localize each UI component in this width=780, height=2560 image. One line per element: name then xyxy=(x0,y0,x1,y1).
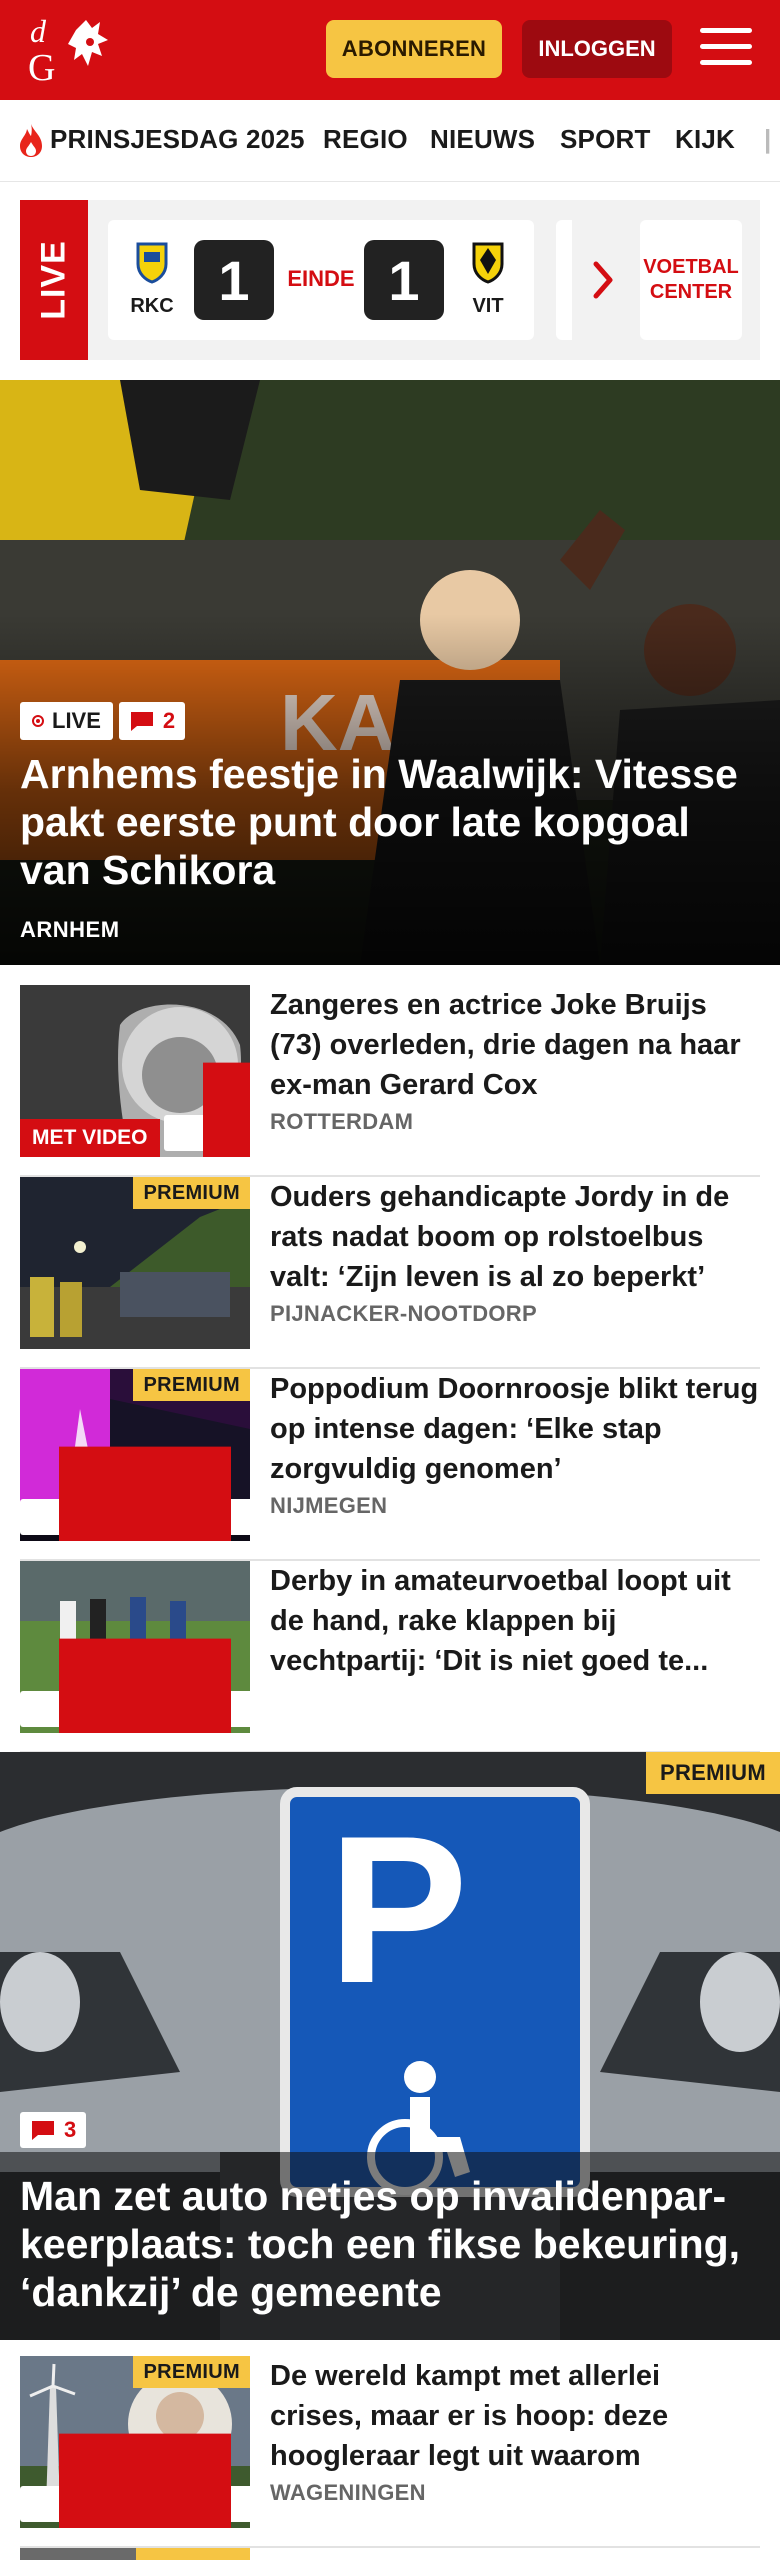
article-title[interactable]: Zangeres en actrice Joke Bruijs (73) ove… xyxy=(270,985,760,1105)
away-club: VIT xyxy=(458,240,518,318)
feature-article[interactable]: P PREMIUM 3 Man zet auto netjes op inval… xyxy=(0,1752,780,2340)
hero-badges: LIVE 2 xyxy=(20,702,186,740)
list-item[interactable]: PREMIUM 2 Poppodium Doornroosje blikt te… xyxy=(20,1369,760,1561)
section-nav: PRINSJESDAG 2025 REGIO NIEUWS SPORT KIJK… xyxy=(0,100,780,182)
comment-icon xyxy=(59,1446,231,1541)
nav-item-kijk[interactable]: KIJK xyxy=(675,124,735,155)
next-premium-badge-partial xyxy=(136,2548,250,2560)
comments-badge[interactable]: 2 xyxy=(164,1062,250,1157)
article-location: PIJNACKER-NOOTDORP xyxy=(270,1301,537,1326)
article-thumbnail: MET VIDEO 2 xyxy=(20,985,250,1157)
article-title[interactable]: Poppodium Doornroosje blikt terug op int… xyxy=(270,1369,760,1489)
chevron-right-icon[interactable] xyxy=(592,260,614,300)
list-item[interactable]: MET VIDEO 2 Zangeres en actrice Joke Bru… xyxy=(20,985,760,1177)
away-club-name: VIT xyxy=(472,295,504,317)
comment-icon xyxy=(59,1638,231,1733)
live-badge: LIVE xyxy=(20,702,113,740)
voetbal-center-link[interactable]: VOETBAL CENTER xyxy=(640,220,742,340)
hero-location: ARNHEM xyxy=(20,917,120,942)
article-location: ROTTERDAM xyxy=(270,1109,414,1134)
subscribe-button[interactable]: ABONNEREN xyxy=(326,20,502,78)
article-thumbnail: PREMIUM xyxy=(20,2356,250,2528)
flame-icon xyxy=(20,124,42,157)
hero-title[interactable]: Arnhems feestje in Waalwijk: Vitesse pak… xyxy=(20,750,760,894)
nav-item-overflow: | xyxy=(764,124,772,154)
video-badge: MET VIDEO xyxy=(20,1119,160,1157)
away-score: 1 xyxy=(364,240,444,320)
comment-icon xyxy=(32,2121,54,2140)
home-club: RKC xyxy=(122,240,182,318)
article-title[interactable]: Ouders gehandicapte Jordy in de rats nad… xyxy=(270,1177,760,1297)
site-header: d G ABONNEREN INLOGGEN xyxy=(0,0,780,100)
comment-icon xyxy=(130,712,153,731)
match-card[interactable]: RKC 1 EINDE 1 VIT xyxy=(108,220,534,340)
vitesse-crest-icon xyxy=(472,242,504,284)
article-thumbnail: PREMIUM xyxy=(20,1177,250,1349)
comments-badge[interactable] xyxy=(20,2433,250,2528)
next-match-card-stub[interactable] xyxy=(556,220,572,340)
comment-icon xyxy=(59,2433,231,2528)
nav-item-regio[interactable]: REGIO xyxy=(323,124,408,155)
article-thumbnail: PREMIUM 2 xyxy=(20,1369,250,1541)
comments-badge[interactable]: 2 xyxy=(118,702,186,740)
nav-item-sport[interactable]: SPORT xyxy=(560,124,651,155)
list-item[interactable]: 3 Derby in amateurvoetbal loopt uit de h… xyxy=(20,1561,760,1753)
live-label: LIVE xyxy=(20,200,88,360)
article-thumbnail: 3 xyxy=(20,1561,250,1733)
article-title[interactable]: De wereld kampt met allerlei crises, maa… xyxy=(270,2356,760,2476)
premium-badge: PREMIUM xyxy=(133,2356,250,2388)
premium-badge: PREMIUM xyxy=(133,1177,250,1209)
article-location: WAGENINGEN xyxy=(270,2480,426,2505)
comment-icon xyxy=(203,1062,250,1157)
premium-badge: PREMIUM xyxy=(133,1369,250,1401)
list-item[interactable]: PREMIUM De wereld kampt met allerlei cri… xyxy=(20,2356,760,2548)
nav-item-nieuws[interactable]: NIEUWS xyxy=(430,124,535,155)
rkc-crest-icon xyxy=(136,242,168,284)
hero-article[interactable]: KAM LIVE 2 Arnhems feestje in Waalwijk: … xyxy=(0,380,780,965)
comments-badge[interactable]: 3 xyxy=(20,2112,87,2148)
hamburger-menu-icon[interactable] xyxy=(700,28,752,70)
nav-item-prinsjesdag[interactable]: PRINSJESDAG 2025 xyxy=(50,124,305,155)
logo-letter-g: G xyxy=(28,47,55,88)
premium-badge: PREMIUM xyxy=(646,1752,780,1794)
article-title[interactable]: Derby in amateurvoetbal loopt uit de han… xyxy=(270,1561,760,1681)
live-scores-strip: LIVE RKC 1 EINDE 1 VIT VOETBAL CENTER xyxy=(20,200,760,360)
logo[interactable]: d G xyxy=(24,12,120,88)
list-item[interactable]: PREMIUM Ouders gehandicapte Jordy in de … xyxy=(20,1177,760,1369)
comments-badge[interactable]: 3 xyxy=(20,1638,250,1733)
comments-badge[interactable]: 2 xyxy=(20,1446,250,1541)
live-dot-icon xyxy=(32,715,44,727)
logo-letter-d: d xyxy=(30,13,47,49)
match-status: EINDE xyxy=(287,266,355,291)
feature-title[interactable]: Man zet auto netjes op invalidenpar-keer… xyxy=(20,2172,760,2316)
home-club-name: RKC xyxy=(130,295,174,317)
home-score: 1 xyxy=(194,240,274,320)
article-location: NIJMEGEN xyxy=(270,1493,388,1518)
svg-text:P: P xyxy=(328,1792,468,2027)
login-button[interactable]: INLOGGEN xyxy=(522,20,672,78)
